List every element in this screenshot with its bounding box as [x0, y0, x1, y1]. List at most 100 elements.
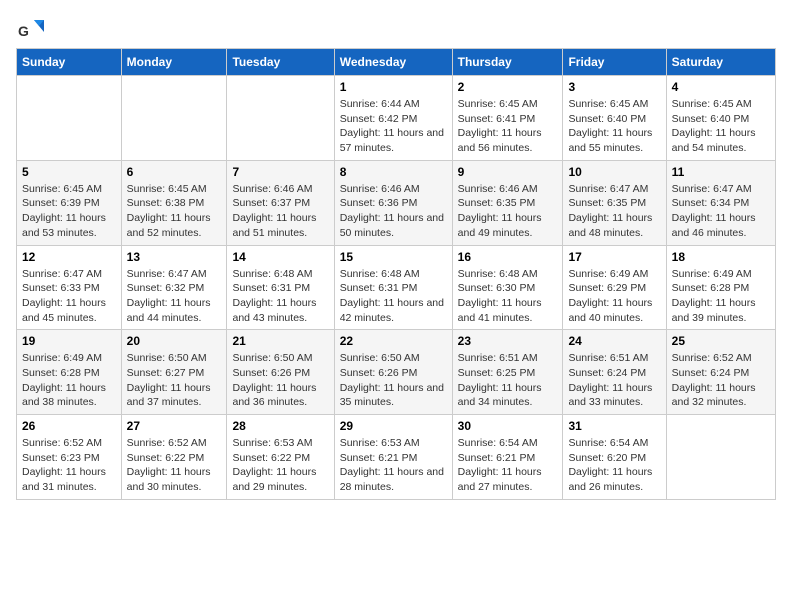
day-info: Sunrise: 6:45 AMSunset: 6:39 PMDaylight:…: [22, 182, 116, 241]
day-number: 17: [568, 250, 660, 264]
calendar-cell: 11 Sunrise: 6:47 AMSunset: 6:34 PMDayligh…: [666, 160, 775, 245]
calendar-week-2: 5 Sunrise: 6:45 AMSunset: 6:39 PMDaylight…: [17, 160, 776, 245]
day-info: Sunrise: 6:49 AMSunset: 6:28 PMDaylight:…: [22, 351, 116, 410]
day-number: 11: [672, 165, 770, 179]
calendar-cell: 23 Sunrise: 6:51 AMSunset: 6:25 PMDayligh…: [452, 330, 563, 415]
weekday-header-thursday: Thursday: [452, 49, 563, 76]
calendar-week-5: 26 Sunrise: 6:52 AMSunset: 6:23 PMDayligh…: [17, 415, 776, 500]
day-number: 20: [127, 334, 222, 348]
calendar-cell: 16Sunrise: 6:48 AMSunset: 6:30 PMDayligh…: [452, 245, 563, 330]
calendar-cell: 8 Sunrise: 6:46 AMSunset: 6:36 PMDaylight…: [334, 160, 452, 245]
calendar-cell: 15 Sunrise: 6:48 AMSunset: 6:31 PMDayligh…: [334, 245, 452, 330]
calendar-cell: 9 Sunrise: 6:46 AMSunset: 6:35 PMDaylight…: [452, 160, 563, 245]
calendar-cell: 14 Sunrise: 6:48 AMSunset: 6:31 PMDayligh…: [227, 245, 334, 330]
day-number: 26: [22, 419, 116, 433]
day-info: Sunrise: 6:46 AMSunset: 6:35 PMDaylight:…: [458, 182, 558, 241]
day-info: Sunrise: 6:47 AMSunset: 6:35 PMDaylight:…: [568, 182, 660, 241]
day-number: 18: [672, 250, 770, 264]
calendar-cell: 25Sunrise: 6:52 AMSunset: 6:24 PMDayligh…: [666, 330, 775, 415]
day-info: Sunrise: 6:49 AMSunset: 6:29 PMDaylight:…: [568, 267, 660, 326]
calendar-cell: [121, 76, 227, 161]
day-info: Sunrise: 6:45 AMSunset: 6:41 PMDaylight:…: [458, 97, 558, 156]
calendar-cell: 5 Sunrise: 6:45 AMSunset: 6:39 PMDaylight…: [17, 160, 122, 245]
logo: G: [16, 16, 46, 44]
day-number: 14: [232, 250, 328, 264]
day-number: 24: [568, 334, 660, 348]
day-info: Sunrise: 6:53 AMSunset: 6:22 PMDaylight:…: [232, 436, 328, 495]
weekday-header-tuesday: Tuesday: [227, 49, 334, 76]
day-info: Sunrise: 6:49 AMSunset: 6:28 PMDaylight:…: [672, 267, 770, 326]
calendar-cell: 20 Sunrise: 6:50 AMSunset: 6:27 PMDayligh…: [121, 330, 227, 415]
day-number: 23: [458, 334, 558, 348]
day-info: Sunrise: 6:54 AMSunset: 6:20 PMDaylight:…: [568, 436, 660, 495]
calendar-cell: 1Sunrise: 6:44 AMSunset: 6:42 PMDaylight…: [334, 76, 452, 161]
day-number: 5: [22, 165, 116, 179]
calendar-cell: 30 Sunrise: 6:54 AMSunset: 6:21 PMDayligh…: [452, 415, 563, 500]
calendar-week-1: 1Sunrise: 6:44 AMSunset: 6:42 PMDaylight…: [17, 76, 776, 161]
day-number: 6: [127, 165, 222, 179]
day-info: Sunrise: 6:48 AMSunset: 6:31 PMDaylight:…: [232, 267, 328, 326]
day-number: 30: [458, 419, 558, 433]
day-number: 4: [672, 80, 770, 94]
day-info: Sunrise: 6:50 AMSunset: 6:27 PMDaylight:…: [127, 351, 222, 410]
day-info: Sunrise: 6:50 AMSunset: 6:26 PMDaylight:…: [232, 351, 328, 410]
day-info: Sunrise: 6:47 AMSunset: 6:34 PMDaylight:…: [672, 182, 770, 241]
calendar-cell: [17, 76, 122, 161]
calendar-cell: 31 Sunrise: 6:54 AMSunset: 6:20 PMDayligh…: [563, 415, 666, 500]
calendar-cell: 12 Sunrise: 6:47 AMSunset: 6:33 PMDayligh…: [17, 245, 122, 330]
logo-icon: G: [16, 16, 44, 44]
day-number: 2: [458, 80, 558, 94]
day-info: Sunrise: 6:54 AMSunset: 6:21 PMDaylight:…: [458, 436, 558, 495]
day-info: Sunrise: 6:48 AMSunset: 6:31 PMDaylight:…: [340, 267, 447, 326]
day-info: Sunrise: 6:50 AMSunset: 6:26 PMDaylight:…: [340, 351, 447, 410]
calendar-cell: [227, 76, 334, 161]
day-number: 31: [568, 419, 660, 433]
day-number: 13: [127, 250, 222, 264]
calendar-cell: 22 Sunrise: 6:50 AMSunset: 6:26 PMDayligh…: [334, 330, 452, 415]
calendar-table: SundayMondayTuesdayWednesdayThursdayFrid…: [16, 48, 776, 500]
day-info: Sunrise: 6:53 AMSunset: 6:21 PMDaylight:…: [340, 436, 447, 495]
day-number: 3: [568, 80, 660, 94]
day-number: 16: [458, 250, 558, 264]
day-number: 25: [672, 334, 770, 348]
calendar-cell: 27Sunrise: 6:52 AMSunset: 6:22 PMDayligh…: [121, 415, 227, 500]
day-number: 15: [340, 250, 447, 264]
calendar-cell: 2 Sunrise: 6:45 AMSunset: 6:41 PMDaylight…: [452, 76, 563, 161]
page-header: G: [16, 16, 776, 44]
calendar-cell: 19 Sunrise: 6:49 AMSunset: 6:28 PMDayligh…: [17, 330, 122, 415]
day-info: Sunrise: 6:52 AMSunset: 6:23 PMDaylight:…: [22, 436, 116, 495]
weekday-header-row: SundayMondayTuesdayWednesdayThursdayFrid…: [17, 49, 776, 76]
calendar-cell: 18 Sunrise: 6:49 AMSunset: 6:28 PMDayligh…: [666, 245, 775, 330]
calendar-cell: 29 Sunrise: 6:53 AMSunset: 6:21 PMDayligh…: [334, 415, 452, 500]
calendar-cell: 13Sunrise: 6:47 AMSunset: 6:32 PMDayligh…: [121, 245, 227, 330]
day-info: Sunrise: 6:45 AMSunset: 6:40 PMDaylight:…: [672, 97, 770, 156]
calendar-cell: 24 Sunrise: 6:51 AMSunset: 6:24 PMDayligh…: [563, 330, 666, 415]
day-number: 29: [340, 419, 447, 433]
calendar-cell: 28 Sunrise: 6:53 AMSunset: 6:22 PMDayligh…: [227, 415, 334, 500]
day-number: 19: [22, 334, 116, 348]
day-number: 28: [232, 419, 328, 433]
day-info: Sunrise: 6:46 AMSunset: 6:36 PMDaylight:…: [340, 182, 447, 241]
day-number: 8: [340, 165, 447, 179]
calendar-cell: 7Sunrise: 6:46 AMSunset: 6:37 PMDaylight…: [227, 160, 334, 245]
calendar-cell: 6Sunrise: 6:45 AMSunset: 6:38 PMDaylight…: [121, 160, 227, 245]
weekday-header-sunday: Sunday: [17, 49, 122, 76]
day-number: 12: [22, 250, 116, 264]
day-info: Sunrise: 6:51 AMSunset: 6:25 PMDaylight:…: [458, 351, 558, 410]
calendar-week-4: 19 Sunrise: 6:49 AMSunset: 6:28 PMDayligh…: [17, 330, 776, 415]
weekday-header-wednesday: Wednesday: [334, 49, 452, 76]
day-number: 9: [458, 165, 558, 179]
day-info: Sunrise: 6:51 AMSunset: 6:24 PMDaylight:…: [568, 351, 660, 410]
day-number: 1: [340, 80, 447, 94]
calendar-week-3: 12 Sunrise: 6:47 AMSunset: 6:33 PMDayligh…: [17, 245, 776, 330]
svg-text:G: G: [18, 23, 29, 39]
calendar-cell: 21Sunrise: 6:50 AMSunset: 6:26 PMDayligh…: [227, 330, 334, 415]
day-number: 7: [232, 165, 328, 179]
calendar-cell: 17 Sunrise: 6:49 AMSunset: 6:29 PMDayligh…: [563, 245, 666, 330]
calendar-cell: 4 Sunrise: 6:45 AMSunset: 6:40 PMDaylight…: [666, 76, 775, 161]
weekday-header-saturday: Saturday: [666, 49, 775, 76]
day-info: Sunrise: 6:52 AMSunset: 6:22 PMDaylight:…: [127, 436, 222, 495]
calendar-cell: 26 Sunrise: 6:52 AMSunset: 6:23 PMDayligh…: [17, 415, 122, 500]
day-number: 22: [340, 334, 447, 348]
day-info: Sunrise: 6:47 AMSunset: 6:33 PMDaylight:…: [22, 267, 116, 326]
